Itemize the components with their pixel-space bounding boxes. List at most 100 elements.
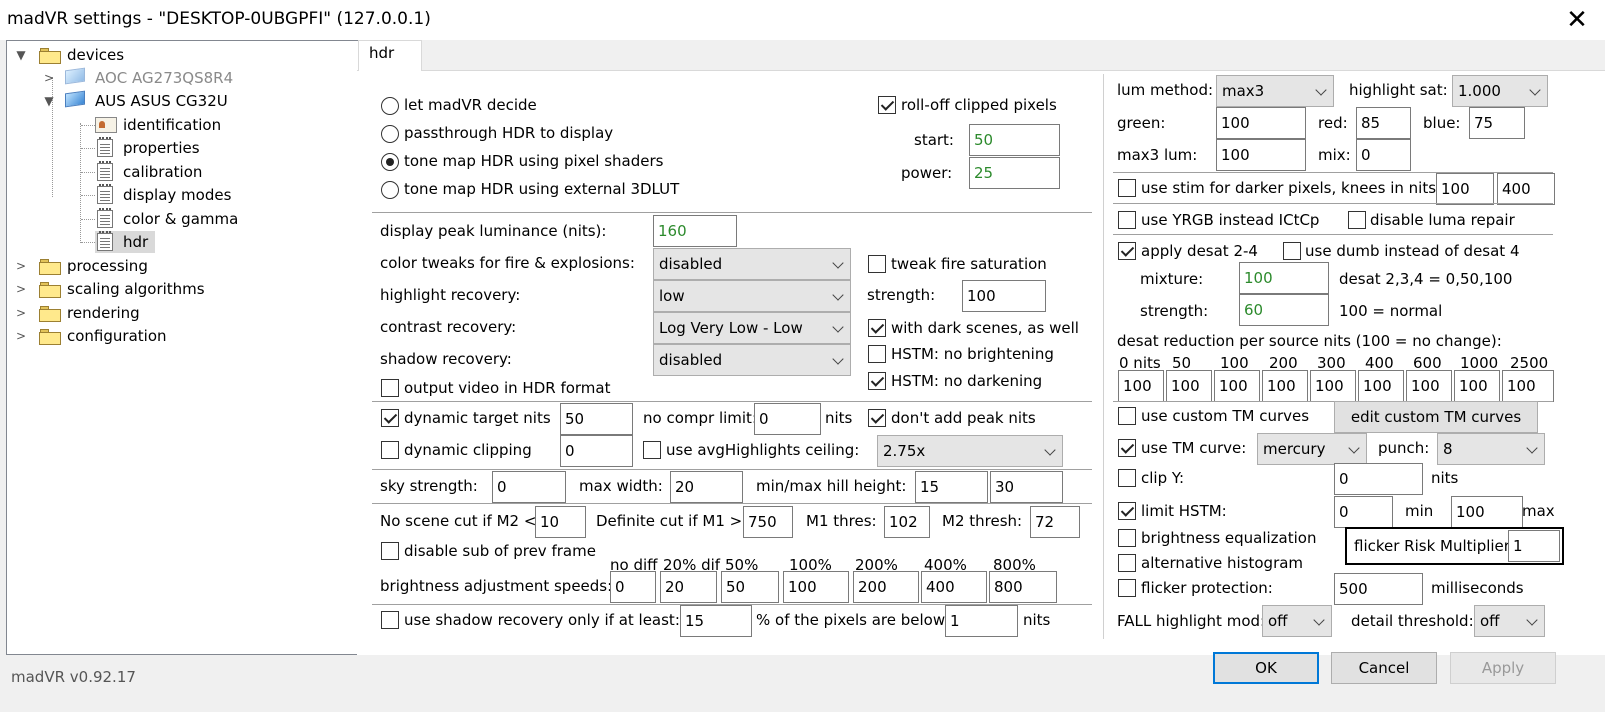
peak-input[interactable]: 160 <box>653 215 737 247</box>
chevron-right-icon[interactable]: > <box>13 278 29 300</box>
radio-let-madvr-decide[interactable] <box>381 97 399 115</box>
cancel-button[interactable]: Cancel <box>1331 652 1437 684</box>
dont-add-peak-checkbox[interactable] <box>868 409 886 427</box>
radio-external-3dlut[interactable] <box>381 181 399 199</box>
radio-pixel-shaders[interactable] <box>381 153 399 171</box>
mix-input[interactable]: 0 <box>1356 139 1411 171</box>
tweak-fire-checkbox[interactable] <box>868 255 886 273</box>
tree-item-properties[interactable]: properties <box>95 137 295 159</box>
tree-item-color-gamma[interactable]: color & gamma <box>95 208 295 230</box>
tree-item-processing[interactable]: > processing <box>13 255 213 277</box>
tree-item-configuration[interactable]: > configuration <box>13 325 213 347</box>
m2-input[interactable]: 72 <box>1030 506 1080 538</box>
highlight-select[interactable]: low <box>653 280 851 312</box>
tree-item-devices[interactable]: ▼ devices <box>13 44 213 66</box>
alt-histogram-checkbox[interactable] <box>1118 554 1136 572</box>
nits-input[interactable]: 100 <box>1214 370 1260 402</box>
power-input[interactable]: 25 <box>969 157 1060 189</box>
fire-select[interactable]: disabled <box>653 248 851 280</box>
luma-repair-checkbox[interactable] <box>1348 211 1366 229</box>
nits-input[interactable]: 100 <box>1502 370 1554 402</box>
speed-input[interactable]: 400 <box>921 571 987 603</box>
strength-input[interactable]: 100 <box>962 280 1046 312</box>
clip-y-input[interactable]: 0 <box>1334 463 1423 495</box>
speed-input[interactable]: 20 <box>660 571 717 603</box>
dynamic-clipping-input[interactable]: 0 <box>560 435 633 467</box>
apply-button[interactable]: Apply <box>1450 652 1556 684</box>
highlight-sat-select[interactable]: 1.000 <box>1452 75 1548 107</box>
speed-input[interactable]: 200 <box>853 571 919 603</box>
chevron-right-icon[interactable]: > <box>41 67 57 89</box>
pixels-below-input[interactable]: 1 <box>945 605 1018 637</box>
mixture-input[interactable]: 100 <box>1239 262 1329 294</box>
nits-input[interactable]: 100 <box>1166 370 1212 402</box>
stim-input-b[interactable]: 400 <box>1497 173 1555 205</box>
ok-button[interactable]: OK <box>1213 652 1319 684</box>
desat-strength-input[interactable]: 60 <box>1239 294 1329 326</box>
contrast-select[interactable]: Log Very Low - Low <box>653 312 851 344</box>
m1-input[interactable]: 102 <box>884 506 930 538</box>
hstm-brightening-checkbox[interactable] <box>868 345 886 363</box>
green-input[interactable]: 100 <box>1216 107 1306 139</box>
flicker-protection-input[interactable]: 500 <box>1334 573 1423 605</box>
speed-input[interactable]: 800 <box>989 571 1057 603</box>
disable-sub-checkbox[interactable] <box>381 542 399 560</box>
chevron-down-icon[interactable]: ▼ <box>13 44 29 66</box>
fall-select[interactable]: off <box>1262 605 1332 637</box>
dynamic-clipping-checkbox[interactable] <box>381 441 399 459</box>
nits-input[interactable]: 100 <box>1118 370 1164 402</box>
detail-select[interactable]: off <box>1474 605 1545 637</box>
chevron-down-icon[interactable]: ▼ <box>41 90 57 112</box>
chevron-right-icon[interactable]: > <box>13 302 29 324</box>
lum-method-select[interactable]: max3 <box>1216 75 1334 107</box>
apply-desat-checkbox[interactable] <box>1118 242 1136 260</box>
no-scene-input[interactable]: 10 <box>535 506 586 538</box>
output-hdr-checkbox[interactable] <box>381 379 399 397</box>
tree-item-rendering[interactable]: > rendering <box>13 302 213 324</box>
nits-input[interactable]: 100 <box>1262 370 1308 402</box>
tree-item-aoc[interactable]: > AOC AG273QS8R4 <box>41 67 261 89</box>
sky-input[interactable]: 0 <box>492 471 566 503</box>
settings-tree[interactable]: ▼ devices > AOC AG273QS8R4 ▼ AUS ASUS CG… <box>6 40 365 655</box>
no-compr-input[interactable]: 0 <box>754 403 821 435</box>
radio-passthrough[interactable] <box>381 125 399 143</box>
flicker-protection-checkbox[interactable] <box>1118 579 1136 597</box>
tree-item-scaling-algorithms[interactable]: > scaling algorithms <box>13 278 233 300</box>
blue-input[interactable]: 75 <box>1469 107 1525 139</box>
chevron-right-icon[interactable]: > <box>13 325 29 347</box>
hstm-darkening-checkbox[interactable] <box>868 372 886 390</box>
limit-hstm-checkbox[interactable] <box>1118 502 1136 520</box>
avg-ceiling-select[interactable]: 2.75x <box>877 435 1063 467</box>
tree-item-identification[interactable]: identification <box>95 114 295 136</box>
tree-item-asus[interactable]: ▼ AUS ASUS CG32U <box>41 90 261 112</box>
avg-ceiling-checkbox[interactable] <box>643 441 661 459</box>
speed-input[interactable]: 0 <box>610 571 656 603</box>
brightness-eq-checkbox[interactable] <box>1118 529 1136 547</box>
custom-tm-checkbox[interactable] <box>1118 407 1136 425</box>
nits-input[interactable]: 100 <box>1310 370 1356 402</box>
tm-curve-select[interactable]: mercury <box>1257 433 1367 465</box>
shadow-only-input[interactable]: 15 <box>680 605 752 637</box>
flicker-risk-input[interactable]: 1 <box>1508 530 1560 562</box>
max-width-input[interactable]: 20 <box>670 471 743 503</box>
limit-hstm-min-input[interactable]: 0 <box>1334 496 1393 528</box>
nits-input[interactable]: 100 <box>1358 370 1404 402</box>
yrgb-checkbox[interactable] <box>1118 211 1136 229</box>
tm-curve-checkbox[interactable] <box>1118 439 1136 457</box>
speed-input[interactable]: 100 <box>783 571 849 603</box>
definite-cut-input[interactable]: 750 <box>743 506 793 538</box>
edit-tm-curves-button[interactable]: edit custom TM curves <box>1334 401 1538 433</box>
red-input[interactable]: 85 <box>1356 107 1411 139</box>
dynamic-target-input[interactable]: 50 <box>560 403 633 435</box>
shadow-select[interactable]: disabled <box>653 344 851 376</box>
clip-y-checkbox[interactable] <box>1118 469 1136 487</box>
close-icon[interactable]: ✕ <box>1560 3 1594 37</box>
stim-checkbox[interactable] <box>1118 179 1136 197</box>
limit-hstm-max-input[interactable]: 100 <box>1451 496 1523 528</box>
tree-item-calibration[interactable]: calibration <box>95 161 295 183</box>
tree-item-hdr[interactable]: hdr <box>95 231 155 253</box>
stim-input-a[interactable]: 100 <box>1436 173 1494 205</box>
dumb-desat-checkbox[interactable] <box>1283 242 1301 260</box>
hill-min-input[interactable]: 15 <box>915 471 988 503</box>
start-input[interactable]: 50 <box>969 124 1060 156</box>
